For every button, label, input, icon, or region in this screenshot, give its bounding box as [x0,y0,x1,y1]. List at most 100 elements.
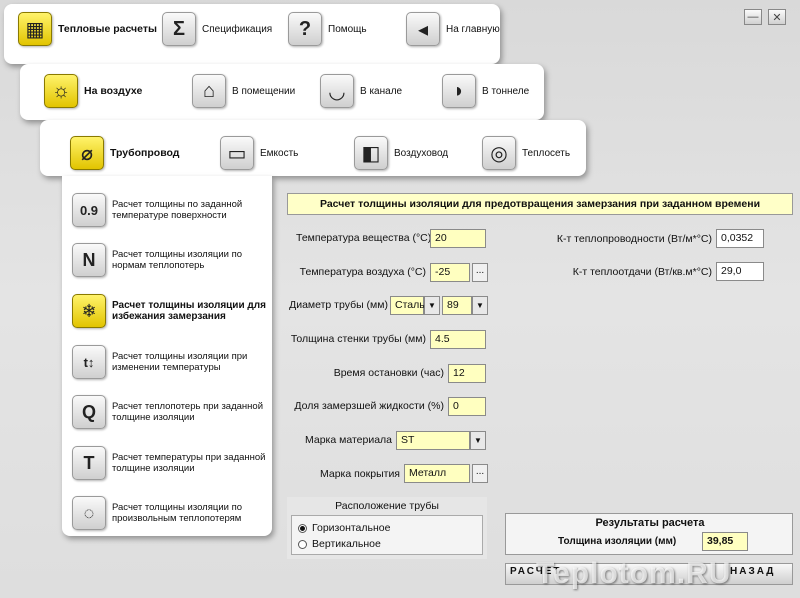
top-nav-item-1[interactable]: Σ Спецификация [162,12,272,46]
obj-nav-item-label: Воздуховод [394,147,449,159]
results-thickness-value: 39,85 [702,532,748,551]
sigma-icon: Σ [162,12,196,46]
coating-label: Марка покрытия [320,468,400,480]
air-temp-label: Температура воздуха (°С) [299,266,426,278]
radio-horizontal[interactable] [298,523,307,533]
env-nav-item-2[interactable]: ◡ В канале [320,74,402,108]
pipe-diameter-label: Диаметр трубы (мм) [289,299,388,311]
pipe-material-select[interactable]: Сталь [390,296,425,315]
pipe-icon: ⌀ [70,136,104,170]
back-arrow-icon: ◂ [406,12,440,46]
wall-thickness-input[interactable]: 4.5 [430,330,486,349]
temp-change-icon: t↕ [72,345,106,379]
sidebar-item-6[interactable]: ◌ Расчет толщины изоляции по произвольным… [72,496,272,530]
env-nav-item-3[interactable]: ◗ В тоннеле [442,74,529,108]
sidebar-item-0[interactable]: 0.9 Расчет толщины по заданной температур… [72,193,272,227]
sidebar-item-label: Расчет толщины изоляции по нормам теплоп… [112,249,242,271]
sidebar-item-4[interactable]: Q Расчет теплопотерь при заданной толщине… [72,395,272,429]
heat-loss-q-icon: Q [72,395,106,429]
obj-nav-item-label: Теплосеть [522,147,571,159]
placement-option-horizontal[interactable]: Горизонтальное [298,522,390,534]
conductivity-label: К-т теплопроводности (Вт/м*°С) [556,233,712,245]
close-button[interactable]: ✕ [768,9,786,25]
stop-time-label: Время остановки (час) [333,367,444,379]
obj-nav-item-label: Емкость [260,147,299,159]
minimize-button[interactable]: — [744,9,762,25]
sidebar-item-label: Расчет толщины изоляции при изменении те… [112,351,248,373]
top-nav-item-3[interactable]: ◂ На главную [406,12,500,46]
heat-transfer-label: К-т теплоотдачи (Вт/кв.м*°С) [572,266,712,278]
temperature-t-icon: T [72,446,106,480]
material-dropdown-icon[interactable]: ▼ [470,431,486,450]
results-title: Результаты расчета [595,517,705,529]
placement-title: Расположение трубы [335,500,439,512]
pipe-diameter-dropdown-icon[interactable]: ▼ [472,296,488,315]
sidebar-item-label: Расчет толщины изоляции по произвольным … [112,502,242,524]
temperature-display-icon: 0.9 [72,193,106,227]
conductivity-input[interactable]: 0,0352 [716,229,764,248]
tunnel-icon: ◗ [442,74,476,108]
env-nav-item-1[interactable]: ⌂ В помещении [192,74,295,108]
air-temp-picker-button[interactable]: ... [472,263,488,282]
frozen-share-input[interactable]: 0 [448,397,486,416]
placement-options-box: Горизонтальное Вертикальное [291,515,483,555]
material-select[interactable]: ST [396,431,470,450]
coating-input[interactable]: Металл [404,464,470,483]
coating-picker-button[interactable]: ... [472,464,488,483]
placement-option-vertical[interactable]: Вертикальное [298,538,381,550]
substance-temp-label: Температура вещества (°С) [296,232,432,244]
sidebar-item-1[interactable]: N Расчет толщины изоляции по нормам тепло… [72,243,272,277]
custom-heat-loss-icon: ◌ [72,496,106,530]
heat-network-icon: ◎ [482,136,516,170]
results-panel: Результаты расчета Толщина изоляции (мм)… [505,513,793,555]
tank-icon: ▭ [220,136,254,170]
obj-nav-item-0[interactable]: ⌀ Трубопровод [70,136,179,170]
frozen-share-label: Доля замерзшей жидкости (%) [294,400,444,412]
placement-group: Расположение трубы Горизонтальное Вертик… [287,497,487,559]
form-title: Расчет толщины изоляции для предотвращен… [287,193,793,215]
question-icon: ? [288,12,322,46]
pipe-diameter-select[interactable]: 89 [442,296,472,315]
sidebar-item-label: Расчет толщины по заданной температуре п… [112,199,243,221]
radio-vertical[interactable] [298,539,307,549]
stop-time-input[interactable]: 12 [448,364,486,383]
env-nav-item-label: В канале [360,85,403,97]
env-nav-item-label: В помещении [232,85,296,97]
wall-thickness-label: Толщина стенки трубы (мм) [290,333,426,345]
obj-nav-item-1[interactable]: ▭ Емкость [220,136,298,170]
sidebar-item-3[interactable]: t↕ Расчет толщины изоляции при изменении … [72,345,272,379]
sidebar-item-label: Расчет толщины изоляции для избежания за… [112,300,266,322]
air-temp-input[interactable]: -25 [430,263,470,282]
sun-icon: ☼ [44,74,78,108]
top-nav-item-label: Помощь [328,23,367,35]
sidebar-item-2[interactable]: ❄ Расчет толщины изоляции для избежания з… [72,294,272,328]
top-nav-item-0[interactable]: ▦ Тепловые расчеты [18,12,157,46]
sidebar-item-label: Расчет температуры при заданной толщине … [112,452,266,474]
channel-icon: ◡ [320,74,354,108]
substance-temp-input[interactable]: 20 [430,229,486,248]
obj-nav-item-label: Трубопровод [110,147,180,159]
norm-n-icon: N [72,243,106,277]
sidebar-item-5[interactable]: T Расчет температуры при заданной толщине… [72,446,272,480]
placement-option-horizontal-label: Горизонтальное [312,522,391,534]
sidebar-item-label: Расчет теплопотерь при заданной толщине … [112,401,264,423]
placement-option-vertical-label: Вертикальное [312,538,381,550]
back-button[interactable]: НАЗАД [730,566,775,577]
top-nav-item-label: Спецификация [202,23,273,35]
watermark: Teplotom.RU [536,557,732,590]
obj-nav-item-2[interactable]: ◧ Воздуховод [354,136,448,170]
top-nav-item-2[interactable]: ? Помощь [288,12,367,46]
top-nav-item-label: На главную [446,23,500,35]
duct-icon: ◧ [354,136,388,170]
obj-nav-item-3[interactable]: ◎ Теплосеть [482,136,570,170]
snowflake-icon: ❄ [72,294,106,328]
pipe-material-dropdown-icon[interactable]: ▼ [424,296,440,315]
env-nav-item-0[interactable]: ☼ На воздухе [44,74,142,108]
top-nav-item-label: Тепловые расчеты [58,23,157,35]
calculator-icon: ▦ [18,12,52,46]
heat-transfer-input[interactable]: 29,0 [716,262,764,281]
results-thickness-label: Толщина изоляции (мм) [558,536,677,547]
material-label: Марка материала [305,434,392,446]
env-nav-item-label: На воздухе [84,85,143,97]
house-icon: ⌂ [192,74,226,108]
